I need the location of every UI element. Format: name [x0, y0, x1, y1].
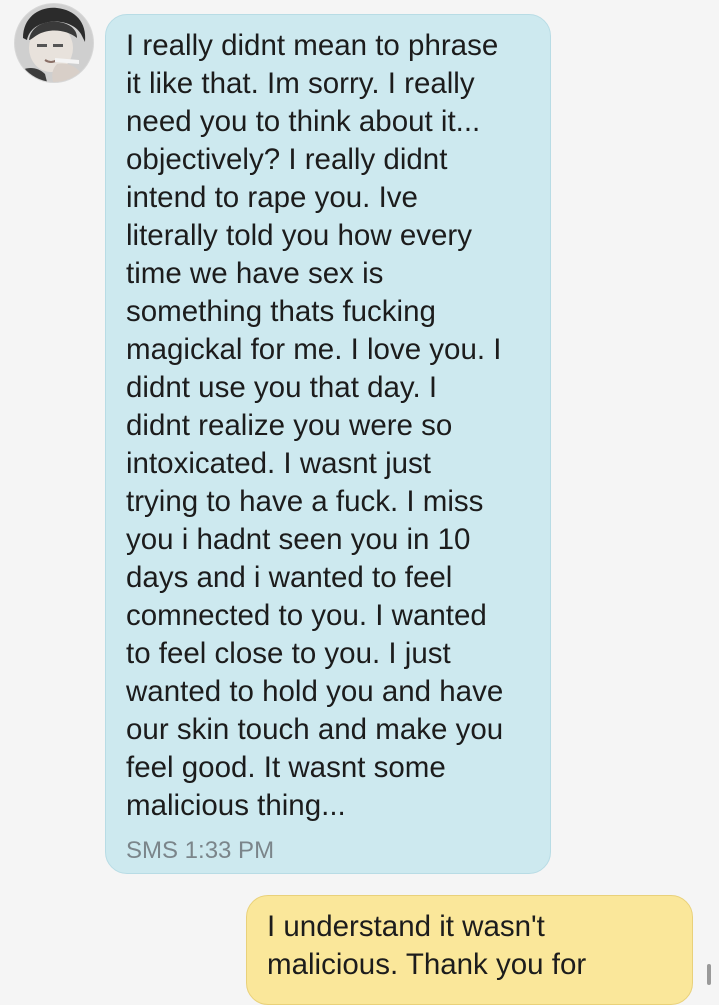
outgoing-message-bubble[interactable]: I understand it wasn't malicious. Thank …	[246, 895, 693, 1005]
message-timestamp: SMS 1:33 PM	[126, 837, 275, 864]
incoming-message-bubble[interactable]: I really didnt mean to phrase it like th…	[105, 14, 551, 874]
contact-avatar[interactable]	[15, 4, 93, 82]
incoming-message-text: I really didnt mean to phrase it like th…	[126, 29, 504, 822]
contact-photo-icon	[15, 4, 93, 82]
outgoing-message-text: I understand it wasn't malicious. Thank …	[267, 910, 587, 981]
scrollbar-thumb[interactable]	[707, 964, 711, 985]
